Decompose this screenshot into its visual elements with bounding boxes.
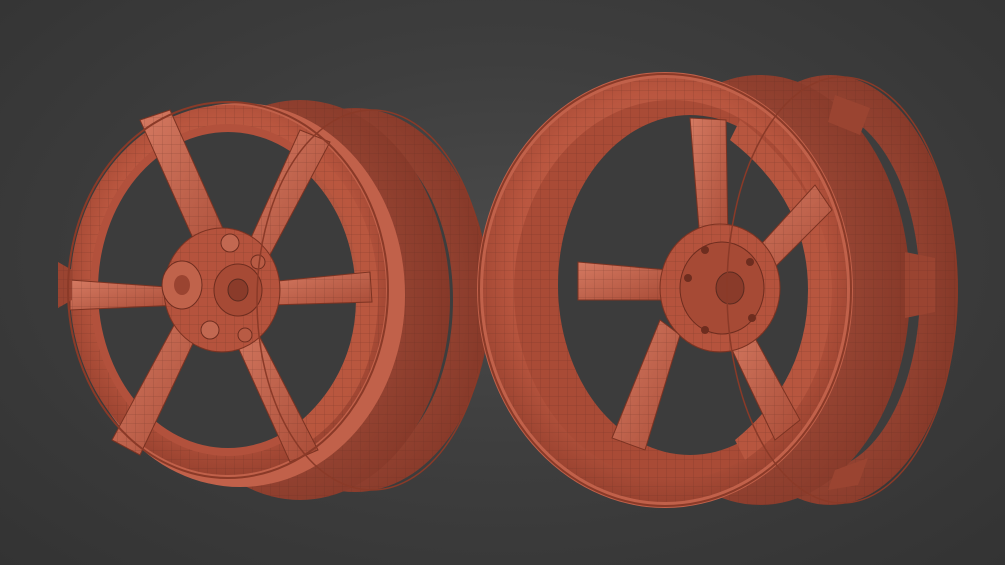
render-canvas [58, 72, 958, 508]
3d-viewport[interactable] [0, 0, 1005, 565]
six-spoke-wheel[interactable] [58, 100, 490, 500]
five-spoke-wheel[interactable] [477, 72, 958, 508]
